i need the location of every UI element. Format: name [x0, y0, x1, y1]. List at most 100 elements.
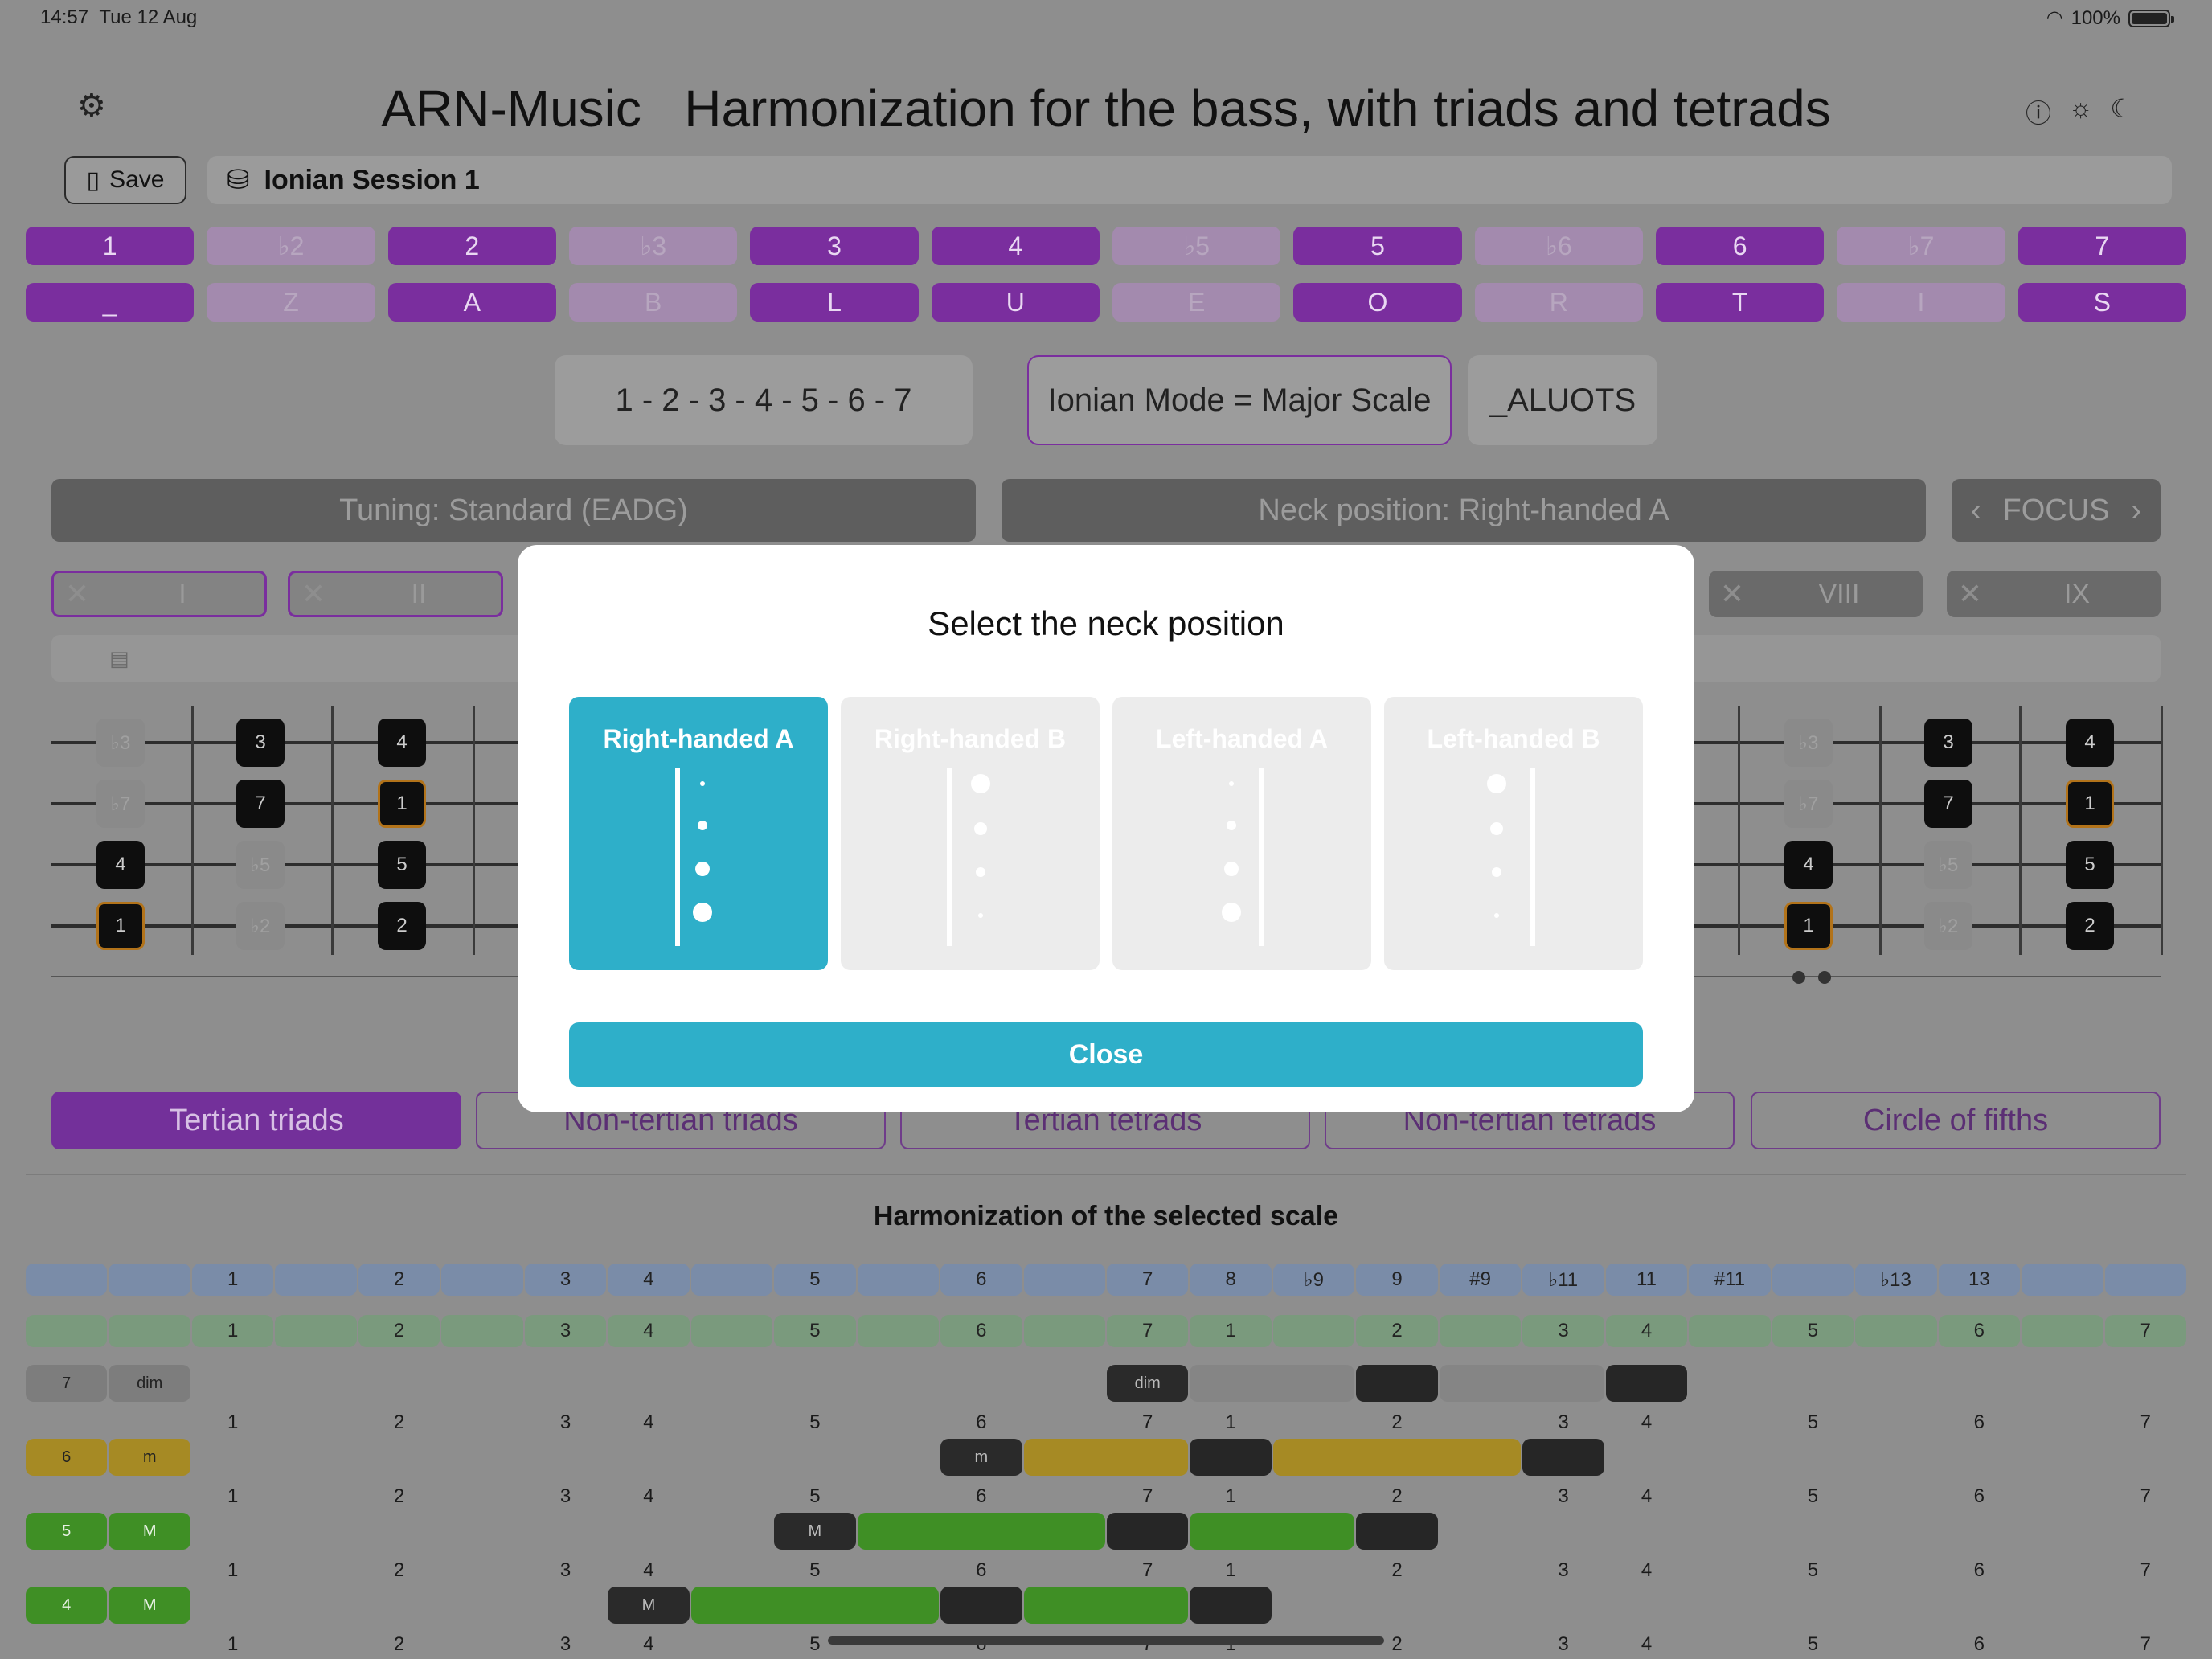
fret-note[interactable]: 4 — [1784, 841, 1833, 889]
fret-note[interactable]: 7 — [236, 780, 285, 828]
chord-degree-chip[interactable]: 5 — [26, 1513, 108, 1550]
letter-button[interactable]: U — [931, 283, 1100, 322]
chord-quality-chip[interactable]: M — [109, 1587, 190, 1624]
degree-button[interactable]: ♭7 — [1837, 227, 2005, 265]
neck-position-button[interactable]: Neck position: Right-handed A — [1002, 479, 1926, 542]
fret-note[interactable]: ♭2 — [1924, 902, 1972, 950]
position-tab-8[interactable]: ✕ VIII — [1709, 571, 1923, 617]
close-button[interactable]: Close — [569, 1022, 1643, 1087]
neck-option-right-handed-a[interactable]: Right-handed A — [569, 697, 828, 970]
chevron-left-icon[interactable]: ‹ — [1971, 494, 1981, 528]
degree-button[interactable]: ♭6 — [1474, 227, 1643, 265]
chord-number — [1855, 1485, 1936, 1511]
chord-span — [1272, 1439, 1522, 1476]
letter-button[interactable]: _ — [26, 283, 195, 322]
fret-note[interactable]: 2 — [378, 902, 426, 950]
fret-note[interactable]: ♭3 — [1784, 719, 1833, 767]
degree-button[interactable]: 5 — [1293, 227, 1462, 265]
session-bar[interactable]: ⛁ Ionian Session 1 — [207, 156, 2172, 204]
close-icon[interactable]: ✕ — [54, 577, 100, 611]
fret-note[interactable]: 1 — [378, 780, 426, 828]
chord-span — [1605, 1365, 1688, 1402]
chord-number — [26, 1559, 107, 1585]
degree-button[interactable]: ♭3 — [568, 227, 738, 265]
scale-mode[interactable]: Ionian Mode = Major Scale — [1027, 355, 1452, 445]
home-indicator[interactable] — [828, 1636, 1384, 1645]
fret-note[interactable]: 1 — [2066, 780, 2114, 828]
fret-note[interactable]: ♭2 — [236, 902, 285, 950]
degree-button[interactable]: 2 — [387, 227, 556, 265]
letter-button[interactable]: E — [1112, 283, 1281, 322]
neck-option-left-handed-a[interactable]: Left-handed A — [1112, 697, 1371, 970]
fret-note[interactable]: 5 — [378, 841, 426, 889]
position-tab-2[interactable]: ✕ II — [288, 571, 503, 617]
chevron-right-icon[interactable]: › — [2131, 494, 2141, 528]
focus-control[interactable]: ‹ FOCUS › — [1952, 479, 2161, 542]
tab-tertian-triads[interactable]: Tertian triads — [51, 1092, 461, 1149]
neck-option-label: Right-handed A — [603, 724, 794, 753]
degree-button[interactable]: 4 — [931, 227, 1100, 265]
neck-option-left-handed-b[interactable]: Left-handed B — [1384, 697, 1643, 970]
chord-number — [26, 1485, 107, 1511]
degree-button[interactable]: 1 — [26, 227, 195, 265]
chord-degree-chip[interactable]: 4 — [26, 1587, 108, 1624]
letter-button[interactable]: A — [387, 283, 556, 322]
fret-note[interactable]: 4 — [96, 841, 145, 889]
letter-button[interactable]: O — [1293, 283, 1462, 322]
letter-button[interactable]: R — [1474, 283, 1643, 322]
chord-number: 5 — [1807, 1485, 1819, 1507]
fret-note[interactable]: 7 — [1924, 780, 1972, 828]
letter-button[interactable]: I — [1837, 283, 2005, 322]
info-icon[interactable]: ⓘ — [2026, 93, 2051, 130]
chord-number: 6 — [1973, 1559, 1985, 1581]
fret-note[interactable]: ♭7 — [1784, 780, 1833, 828]
chord-quality-chip[interactable]: M — [109, 1513, 190, 1550]
fret-note[interactable]: 4 — [378, 719, 426, 767]
close-icon[interactable]: ✕ — [290, 577, 337, 611]
degree-button[interactable]: ♭2 — [207, 227, 375, 265]
tuning-button[interactable]: Tuning: Standard (EADG) — [51, 479, 976, 542]
degree-button[interactable]: 3 — [750, 227, 919, 265]
fret-note[interactable]: 5 — [2066, 841, 2114, 889]
close-icon[interactable]: ✕ — [1709, 577, 1755, 611]
position-tab-9[interactable]: ✕ IX — [1947, 571, 2161, 617]
fret-note[interactable]: 4 — [2066, 719, 2114, 767]
moon-icon[interactable]: ☾ — [2110, 93, 2133, 130]
position-tab-1[interactable]: ✕ I — [51, 571, 267, 617]
chord-degree-chip[interactable]: 6 — [26, 1439, 108, 1476]
calendar-icon[interactable]: ▤ — [109, 646, 129, 671]
degree-button[interactable]: ♭5 — [1112, 227, 1281, 265]
neck-option-right-handed-b[interactable]: Right-handed B — [841, 697, 1100, 970]
fret-note[interactable]: ♭5 — [1924, 841, 1972, 889]
chord-quality-chip[interactable]: dim — [109, 1365, 190, 1402]
fret-note[interactable]: 1 — [1784, 902, 1833, 950]
chord-number: 1 — [227, 1411, 239, 1433]
letter-button[interactable]: S — [2017, 283, 2186, 322]
fret-note[interactable]: ♭3 — [96, 719, 145, 767]
fret-note[interactable]: 3 — [1924, 719, 1972, 767]
degree-cell — [1689, 1315, 1771, 1347]
letter-button[interactable]: B — [568, 283, 738, 322]
fret-note[interactable]: 1 — [96, 902, 145, 950]
degree-row: 1 ♭2 2 ♭3 3 4 ♭5 5 ♭6 6 ♭7 7 — [26, 227, 2186, 265]
interval-cell: #11 — [1689, 1264, 1771, 1296]
fret-note[interactable]: ♭5 — [236, 841, 285, 889]
interval-cell — [109, 1264, 190, 1296]
letter-button[interactable]: Z — [207, 283, 375, 322]
save-button[interactable]: ▯ Save — [64, 156, 186, 204]
chord-number — [109, 1411, 190, 1437]
letter-button[interactable]: L — [750, 283, 919, 322]
letter-button[interactable]: T — [1655, 283, 1825, 322]
close-icon[interactable]: ✕ — [1947, 577, 1993, 611]
sun-icon[interactable]: ☼ — [2069, 93, 2092, 130]
fret-note[interactable]: 3 — [236, 719, 285, 767]
degree-button[interactable]: 7 — [2017, 227, 2186, 265]
tab-circle-of-fifths[interactable]: Circle of fifths — [1751, 1092, 2161, 1149]
fret-note[interactable]: ♭7 — [96, 780, 145, 828]
degree-cell — [1855, 1315, 1937, 1347]
chord-degree-chip[interactable]: 7 — [26, 1365, 108, 1402]
chord-quality-chip[interactable]: m — [109, 1439, 190, 1476]
fret-note[interactable]: 2 — [2066, 902, 2114, 950]
degree-button[interactable]: 6 — [1655, 227, 1825, 265]
interval-cell: 1 — [191, 1264, 274, 1296]
